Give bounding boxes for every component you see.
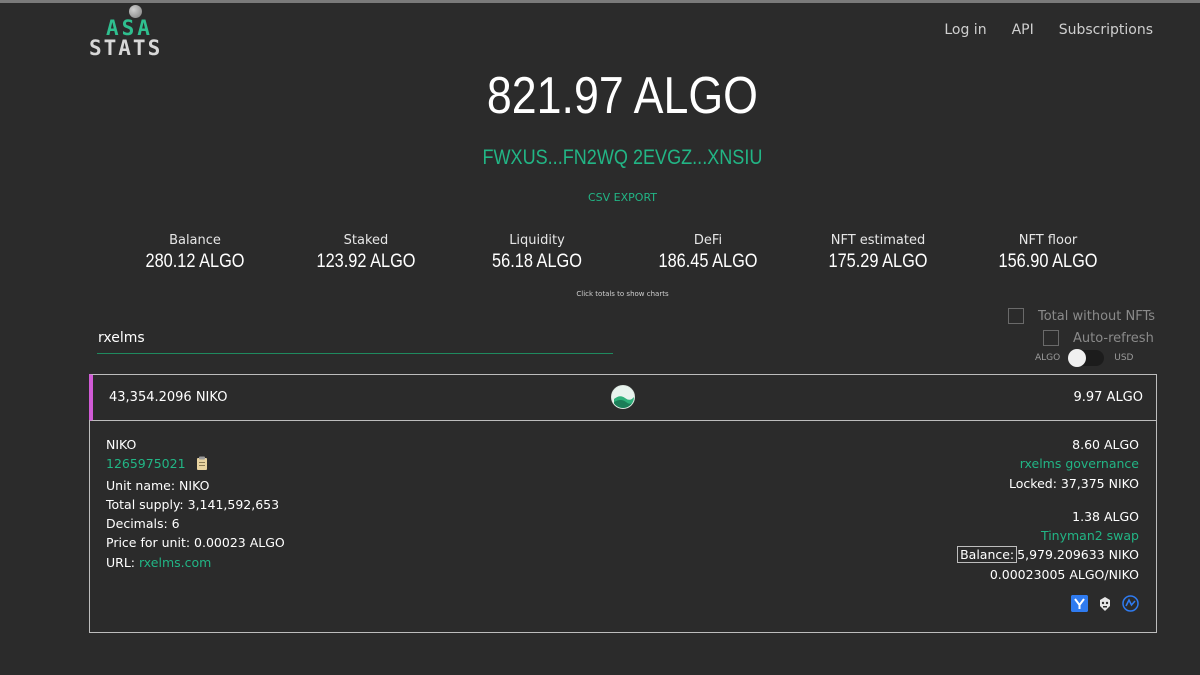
- balance-label: Balance:: [957, 546, 1018, 564]
- swap-value: 1.38 ALGO: [1072, 508, 1139, 524]
- vestige-icon[interactable]: [1071, 595, 1088, 612]
- asset-row-niko[interactable]: 43,354.2096 NIKO 9.97 ALGO: [89, 374, 1157, 421]
- stat-value: 175.29 ALGO: [828, 251, 928, 272]
- clipboard-icon[interactable]: [196, 456, 208, 475]
- governance-link[interactable]: rxelms governance: [957, 454, 1139, 473]
- charts-hint: Click totals to show charts: [576, 290, 669, 298]
- currency-toggle-row: ALGO USD: [1035, 349, 1134, 367]
- asset-value: 9.97 ALGO: [1073, 390, 1143, 405]
- top-nav: Log in API Subscriptions: [944, 22, 1153, 38]
- auto-refresh-option[interactable]: Auto-refresh: [1043, 330, 1154, 346]
- wallet-total[interactable]: 821.97 ALGO: [87, 66, 1158, 126]
- stat-value: 123.92 ALGO: [316, 251, 416, 272]
- toggle-knob: [1068, 349, 1087, 367]
- wallet-address[interactable]: FWXUS...FN2WQ 2EVGZ...XNSIU: [87, 146, 1158, 170]
- asastats-logo[interactable]: ASA STATS: [89, 5, 184, 60]
- asset-amount: 43,354.2096 NIKO: [109, 390, 228, 405]
- stat-label: Balance: [169, 233, 221, 248]
- asset-search-input[interactable]: [97, 322, 613, 354]
- currency-usd-label: USD: [1114, 353, 1134, 363]
- swap-balance-line: Balance: 5,979.209633 NIKO: [957, 545, 1139, 564]
- niko-asset-icon: [611, 385, 635, 409]
- stat-label: Staked: [343, 233, 389, 248]
- ape-icon[interactable]: [1097, 596, 1113, 612]
- csv-export-link[interactable]: CSV EXPORT: [0, 191, 1200, 204]
- stat-value: 186.45 ALGO: [658, 251, 758, 272]
- chart-icon[interactable]: [1122, 595, 1139, 612]
- asset-decimals: Decimals: 6: [106, 516, 180, 532]
- asset-price: Price for unit: 0.00023 ALGO: [106, 535, 285, 551]
- currency-algo-label: ALGO: [1035, 353, 1061, 363]
- api-link[interactable]: API: [1012, 22, 1034, 38]
- swap-rate: 0.00023005 ALGO/NIKO: [989, 566, 1139, 582]
- stat-nft-floor[interactable]: NFT floor 156.90 ALGO: [963, 233, 1133, 273]
- stat-value: 280.12 ALGO: [145, 251, 245, 272]
- asset-url-label: URL:: [106, 554, 139, 570]
- balance-value: 5,979.209633 NIKO: [1017, 547, 1139, 563]
- asset-total-supply: Total supply: 3,141,592,653: [106, 496, 280, 512]
- total-without-nfts-label: Total without NFTs: [1038, 308, 1156, 324]
- governance-value: 8.60 ALGO: [1072, 437, 1139, 452]
- total-without-nfts-option[interactable]: Total without NFTs: [1008, 308, 1155, 324]
- login-link[interactable]: Log in: [944, 22, 986, 38]
- asset-detail-panel: NIKO 1265975021 Unit name: NIKO Total su…: [89, 420, 1157, 633]
- subscriptions-link[interactable]: Subscriptions: [1059, 22, 1153, 38]
- stat-value: 56.18 ALGO: [492, 251, 582, 272]
- asset-id-link[interactable]: 1265975021: [106, 456, 186, 471]
- stat-nft-estimated[interactable]: NFT estimated 175.29 ALGO: [793, 233, 963, 273]
- total-without-nfts-checkbox[interactable]: [1008, 308, 1024, 324]
- stat-label: DeFi: [693, 233, 723, 248]
- asset-positions: 8.60 ALGO rxelms governance Locked: 37,3…: [957, 435, 1139, 584]
- asset-info: NIKO 1265975021 Unit name: NIKO Total su…: [106, 435, 285, 572]
- auto-refresh-checkbox[interactable]: [1043, 330, 1059, 346]
- top-border: [0, 0, 1200, 3]
- currency-toggle[interactable]: [1068, 349, 1105, 367]
- stat-defi[interactable]: DeFi 186.45 ALGO: [623, 233, 793, 273]
- asset-unit-name: Unit name: NIKO: [106, 477, 210, 493]
- stat-value: 156.90 ALGO: [998, 251, 1098, 272]
- stat-label: NFT estimated: [830, 233, 926, 248]
- stat-liquidity[interactable]: Liquidity 56.18 ALGO: [452, 233, 622, 273]
- logo-line-2: STATS: [89, 36, 163, 60]
- market-links: [1071, 595, 1139, 612]
- governance-locked: Locked: 37,375 NIKO: [1009, 475, 1139, 491]
- asset-url-link[interactable]: rxelms.com: [139, 555, 211, 570]
- asset-name: NIKO: [106, 437, 137, 452]
- asset-url-line: URL: rxelms.com: [106, 553, 285, 572]
- stat-balance[interactable]: Balance 280.12 ALGO: [110, 233, 280, 273]
- stat-label: NFT floor: [1018, 233, 1078, 248]
- stat-label: Liquidity: [509, 233, 565, 248]
- stat-staked[interactable]: Staked 123.92 ALGO: [281, 233, 451, 273]
- swap-link[interactable]: Tinyman2 swap: [957, 526, 1139, 545]
- asset-id-line: 1265975021: [106, 454, 285, 475]
- auto-refresh-label: Auto-refresh: [1073, 330, 1154, 346]
